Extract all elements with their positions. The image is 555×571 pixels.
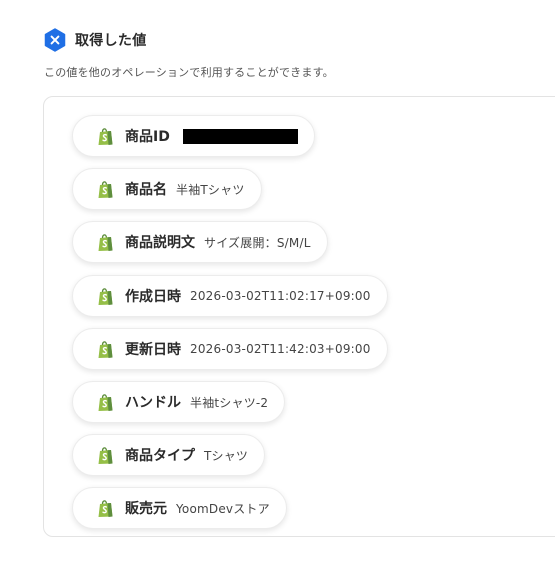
field-label: 商品ID <box>125 129 170 145</box>
shopify-bag-icon <box>98 127 113 145</box>
shopify-bag-icon <box>98 393 113 411</box>
field-value: 2026-03-02T11:42:03+09:00 <box>190 342 371 356</box>
field-label: 商品名 <box>125 182 167 198</box>
value-chip-product-type[interactable]: 商品タイプ Tシャツ <box>72 434 266 476</box>
field-value: 半袖tシャツ-2 <box>190 395 269 410</box>
redacted-value <box>182 128 298 144</box>
field-value: 半袖Tシャツ <box>176 182 245 197</box>
value-chip-handle[interactable]: ハンドル 半袖tシャツ-2 <box>72 381 286 423</box>
field-value: サイズ展開：S/M/L <box>204 235 311 250</box>
shopify-bag-icon <box>98 180 113 198</box>
value-chip-vendor[interactable]: 販売元 YoomDevストア <box>72 487 287 529</box>
value-chip-product-name[interactable]: 商品名 半袖Tシャツ <box>72 168 262 210</box>
field-label: 更新日時 <box>125 342 181 358</box>
field-value: 2026-03-02T11:02:17+09:00 <box>190 289 371 303</box>
page-subtitle: この値を他のオペレーションで利用することができます。 <box>44 66 334 79</box>
field-value: YoomDevストア <box>176 501 270 516</box>
shopify-bag-icon <box>98 446 113 464</box>
section-header: 取得した値 <box>44 28 147 52</box>
value-chip-product-description[interactable]: 商品説明文 サイズ展開：S/M/L <box>72 221 328 263</box>
shopify-bag-icon <box>98 233 113 251</box>
value-chip-created-at[interactable]: 作成日時 2026-03-02T11:02:17+09:00 <box>72 275 388 317</box>
shopify-bag-icon <box>98 499 113 517</box>
field-value: Tシャツ <box>204 448 249 463</box>
field-label: 商品説明文 <box>125 235 195 251</box>
values-panel: 商品ID 商品名 半袖Tシャツ 商品説明文 サイズ展開：S/M/L 作成日時 2… <box>43 96 555 537</box>
page-title: 取得した値 <box>75 33 147 49</box>
value-chip-updated-at[interactable]: 更新日時 2026-03-02T11:42:03+09:00 <box>72 328 388 370</box>
shopify-bag-icon <box>98 287 113 305</box>
field-label: 作成日時 <box>125 289 181 305</box>
value-chip-product-id[interactable]: 商品ID <box>72 115 315 157</box>
field-label: 商品タイプ <box>125 448 195 464</box>
shopify-bag-icon <box>98 340 113 358</box>
field-label: 販売元 <box>125 501 167 517</box>
x-hexagon-icon <box>44 28 66 52</box>
field-label: ハンドル <box>125 395 181 411</box>
